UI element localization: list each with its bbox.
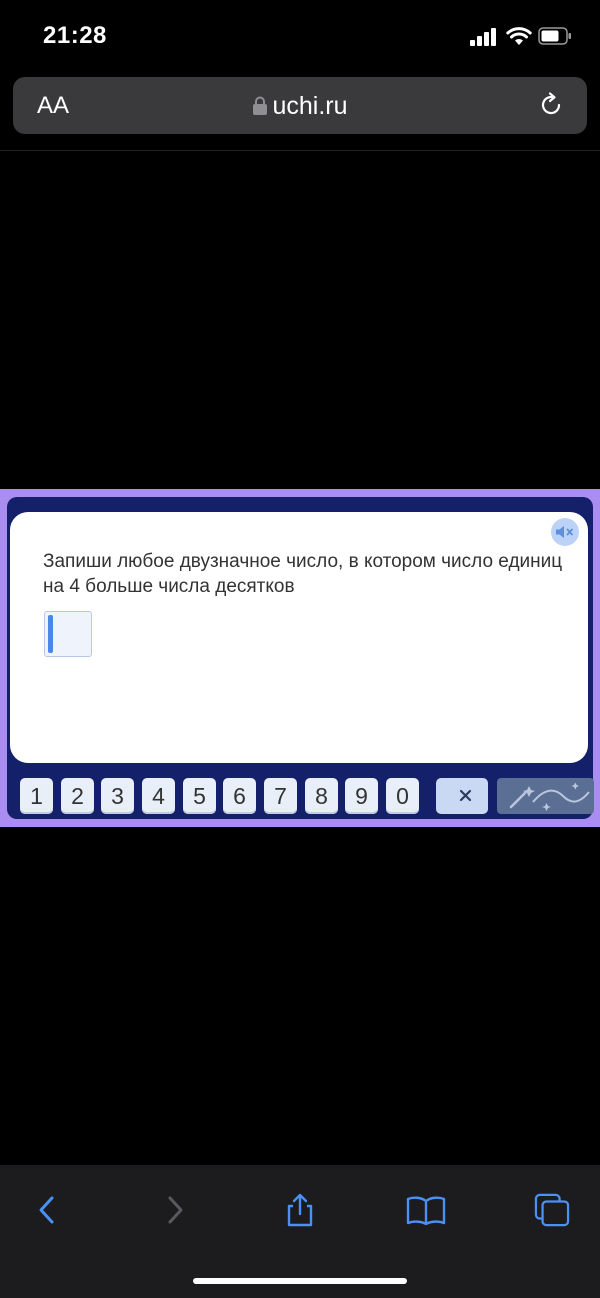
page-divider — [0, 150, 600, 151]
delete-button[interactable] — [436, 778, 488, 814]
backspace-icon — [446, 787, 477, 805]
exercise-panel: Запиши любое двузначное число, в котором… — [7, 497, 594, 819]
key-9[interactable]: 9 — [345, 778, 378, 814]
back-icon[interactable] — [30, 1193, 64, 1227]
sound-toggle-button[interactable] — [551, 518, 579, 546]
address-bar[interactable]: AA uchi.ru — [13, 77, 587, 134]
input-caret — [48, 615, 53, 653]
home-indicator[interactable] — [193, 1278, 407, 1284]
key-1[interactable]: 1 — [20, 778, 53, 814]
magic-button[interactable] — [497, 778, 594, 814]
share-icon[interactable] — [283, 1193, 317, 1227]
magic-wand-icon — [509, 782, 590, 811]
key-8[interactable]: 8 — [305, 778, 338, 814]
bookmarks-icon[interactable] — [406, 1193, 446, 1227]
forward-icon[interactable] — [158, 1193, 192, 1227]
reload-icon[interactable] — [537, 91, 565, 119]
key-2[interactable]: 2 — [61, 778, 94, 814]
tabs-icon[interactable] — [533, 1193, 571, 1227]
status-time: 21:28 — [43, 22, 107, 49]
lock-icon — [253, 96, 268, 116]
key-0[interactable]: 0 — [386, 778, 419, 814]
wifi-icon — [506, 27, 532, 45]
key-7[interactable]: 7 — [264, 778, 297, 814]
task-question: Запиши любое двузначное число, в котором… — [43, 551, 563, 597]
cellular-signal-icon — [470, 28, 498, 46]
task-card: Запиши любое двузначное число, в котором… — [10, 512, 588, 763]
battery-icon — [538, 27, 571, 45]
number-keypad: 1 2 3 4 5 6 7 8 9 0 — [20, 778, 594, 814]
exercise-frame: Запиши любое двузначное число, в котором… — [0, 489, 600, 827]
status-bar: 21:28 — [0, 0, 600, 72]
key-4[interactable]: 4 — [142, 778, 175, 814]
key-3[interactable]: 3 — [101, 778, 134, 814]
key-5[interactable]: 5 — [183, 778, 216, 814]
speaker-muted-icon — [556, 526, 573, 538]
answer-input[interactable] — [44, 611, 92, 657]
key-6[interactable]: 6 — [223, 778, 256, 814]
url-text[interactable]: uchi.ru — [272, 92, 347, 120]
